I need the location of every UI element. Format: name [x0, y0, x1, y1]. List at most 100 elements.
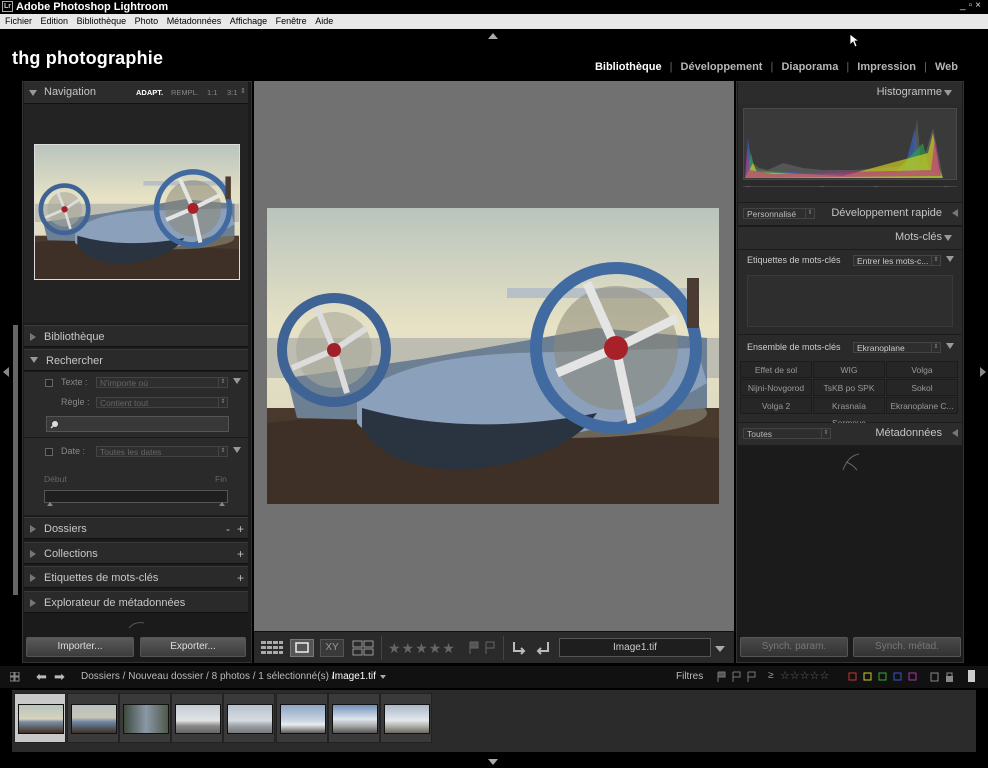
- metadata-preset-select[interactable]: Toutes ⇕: [743, 428, 831, 439]
- grid-toggle-icon[interactable]: [10, 672, 20, 682]
- find-panel-header[interactable]: Rechercher: [24, 349, 248, 371]
- sync-metadata-button[interactable]: Synch. métad.: [853, 637, 961, 657]
- zoom-3-1[interactable]: 3:1: [227, 88, 237, 97]
- flag-icon[interactable]: [468, 641, 480, 655]
- minimize-button[interactable]: _: [960, 0, 969, 11]
- quick-develop-header[interactable]: Personnalisé ⇕ Développement rapide: [738, 203, 962, 225]
- remove-folder-button[interactable]: -: [226, 518, 230, 540]
- navigator-header[interactable]: Navigation ADAPT. REMPL. 1:1 3:1 ⇕: [24, 82, 248, 104]
- filter-lock-icon[interactable]: [945, 671, 955, 683]
- zoom-stepper-icon[interactable]: ⇕: [240, 87, 246, 95]
- date-filter-select[interactable]: Toutes les dates ⇕: [96, 446, 228, 457]
- filmstrip-thumbnail[interactable]: [223, 693, 275, 743]
- zoom-fit[interactable]: ADAPT.: [136, 88, 163, 97]
- filmstrip-thumbnail[interactable]: [380, 693, 432, 743]
- keywording-header[interactable]: Mots-clés: [738, 227, 962, 249]
- keyword-tags-menu-icon[interactable]: [946, 255, 962, 266]
- module-developpement[interactable]: Développement: [681, 61, 763, 73]
- date-range-slider[interactable]: [44, 490, 228, 506]
- flag-filter-icons[interactable]: [716, 671, 762, 683]
- date-end-handle[interactable]: [219, 502, 225, 506]
- rule-select[interactable]: Contient tout ⇕: [96, 397, 228, 408]
- filmstrip-thumbnail[interactable]: [171, 693, 223, 743]
- keyword-cell[interactable]: Effet de sol: [740, 361, 812, 378]
- compare-view-icon[interactable]: XY: [320, 639, 344, 657]
- grid-view-icon[interactable]: [261, 641, 283, 655]
- keyword-set-select[interactable]: Ekranoplane ⇕: [853, 342, 941, 353]
- filter-switch[interactable]: [968, 670, 975, 682]
- module-impression[interactable]: Impression: [857, 61, 916, 73]
- left-scrollbar[interactable]: [13, 325, 18, 595]
- menu-affichage[interactable]: Affichage: [230, 16, 267, 26]
- keyword-cell[interactable]: Sokol: [886, 379, 958, 396]
- filename-field[interactable]: Image1.tif: [559, 638, 711, 657]
- menu-bibliotheque[interactable]: Bibliothèque: [77, 16, 127, 26]
- folders-panel-header[interactable]: Dossiers - +: [24, 517, 248, 539]
- rotate-left-icon[interactable]: [510, 639, 528, 657]
- back-arrow-icon[interactable]: ⬅: [36, 669, 47, 685]
- filter-preset-icon[interactable]: [930, 671, 940, 683]
- survey-view-icon[interactable]: [352, 640, 376, 656]
- current-file-dropdown-icon[interactable]: [380, 675, 386, 679]
- right-panel-toggle-icon[interactable]: [980, 367, 986, 377]
- add-collection-button[interactable]: +: [237, 543, 244, 565]
- rating-operator[interactable]: ≥: [768, 670, 774, 681]
- sync-settings-button[interactable]: Synch. param.: [740, 637, 848, 657]
- filmstrip-thumbnail-selected[interactable]: [14, 693, 66, 743]
- zoom-fill[interactable]: REMPL.: [171, 88, 199, 97]
- metadata-header[interactable]: Toutes ⇕ Métadonnées: [738, 423, 962, 445]
- reject-flag-icon[interactable]: [484, 641, 496, 655]
- menu-aide[interactable]: Aide: [315, 16, 333, 26]
- module-bibliotheque[interactable]: Bibliothèque: [595, 61, 662, 73]
- keyword-set-menu-icon[interactable]: [946, 342, 962, 353]
- filmstrip-current-file[interactable]: Image1.tif: [332, 671, 376, 682]
- keyword-cell[interactable]: Volga 2: [740, 397, 812, 414]
- zoom-1-1[interactable]: 1:1: [207, 88, 217, 97]
- catalog-panel-header[interactable]: Bibliothèque: [24, 325, 248, 347]
- keyword-entry-area[interactable]: [747, 275, 953, 327]
- search-input[interactable]: [46, 416, 229, 432]
- date-filter-menu-icon[interactable]: [233, 446, 249, 457]
- star-rating[interactable]: ★★★★★: [388, 640, 456, 657]
- menu-fenetre[interactable]: Fenêtre: [276, 16, 307, 26]
- export-button[interactable]: Exporter...: [140, 637, 246, 657]
- import-button[interactable]: Importer...: [26, 637, 134, 657]
- text-filter-menu-icon[interactable]: [233, 377, 249, 388]
- text-filter-checkbox[interactable]: [45, 379, 53, 387]
- keyword-cell[interactable]: TsKB po SPK: [813, 379, 885, 396]
- collections-panel-header[interactable]: Collections +: [24, 542, 248, 564]
- close-button[interactable]: ×: [975, 0, 984, 11]
- menu-photo[interactable]: Photo: [135, 16, 159, 26]
- bottom-panel-toggle-icon[interactable]: [488, 759, 498, 765]
- add-folder-button[interactable]: +: [237, 518, 244, 540]
- filmstrip-thumbnail[interactable]: [328, 693, 380, 743]
- text-filter-scope-select[interactable]: N'importe où ⇕: [96, 377, 228, 388]
- metadata-browser-panel-header[interactable]: Explorateur de métadonnées: [24, 591, 248, 613]
- keyword-tags-panel-header[interactable]: Etiquettes de mots-clés +: [24, 566, 248, 588]
- histogram-header[interactable]: Histogramme: [738, 82, 962, 104]
- keyword-cell[interactable]: Nijni-Novgorod: [740, 379, 812, 396]
- menu-edition[interactable]: Edition: [41, 16, 69, 26]
- keyword-cell[interactable]: Ekranoplane C...: [886, 397, 958, 414]
- quick-develop-preset-select[interactable]: Personnalisé ⇕: [743, 208, 815, 219]
- date-start-handle[interactable]: [47, 502, 53, 506]
- filmstrip-thumbnail[interactable]: [276, 693, 328, 743]
- keyword-cell[interactable]: Volga: [886, 361, 958, 378]
- toolbar-options-icon[interactable]: [715, 646, 725, 652]
- menu-metadonnees[interactable]: Métadonnées: [167, 16, 222, 26]
- top-panel-toggle-icon[interactable]: [488, 33, 498, 39]
- keyword-cell[interactable]: Krasnaïa Sormovo: [813, 397, 885, 428]
- left-panel-toggle-icon[interactable]: [3, 367, 9, 377]
- loupe-view-button[interactable]: [290, 639, 314, 657]
- filmstrip-thumbnail[interactable]: [119, 693, 171, 743]
- color-label-filters[interactable]: [848, 672, 918, 682]
- rating-filter[interactable]: ☆☆☆☆☆: [780, 669, 829, 682]
- forward-arrow-icon[interactable]: ➡: [54, 669, 65, 685]
- rotate-right-icon[interactable]: [534, 639, 552, 657]
- main-photo[interactable]: [267, 208, 719, 504]
- keyword-cell[interactable]: WIG: [813, 361, 885, 378]
- filmstrip-thumbnail[interactable]: [67, 693, 119, 743]
- date-filter-checkbox[interactable]: [45, 448, 53, 456]
- keyword-tags-select[interactable]: Entrer les mots-c... ⇕: [853, 255, 941, 266]
- add-keyword-button[interactable]: +: [237, 567, 244, 589]
